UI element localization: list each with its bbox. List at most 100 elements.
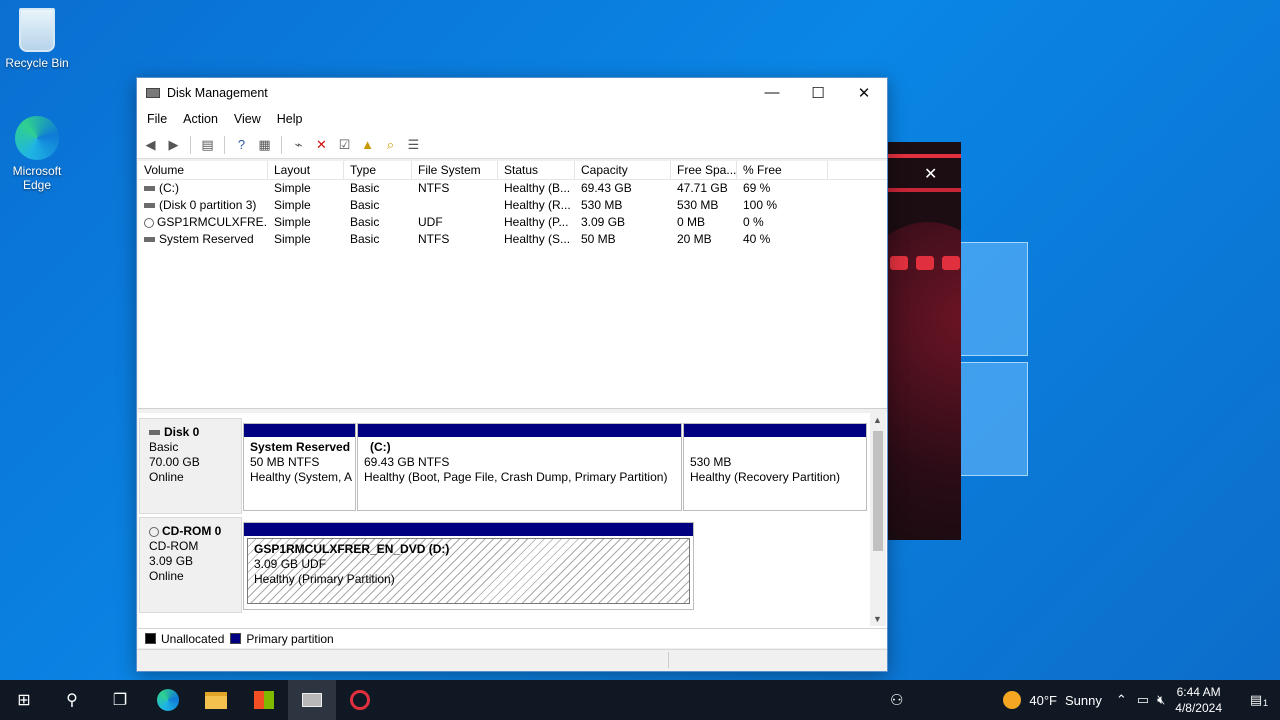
taskbar-disk-management[interactable] — [288, 680, 336, 720]
help-icon[interactable]: ? — [232, 135, 251, 154]
properties-pane-icon[interactable]: ▦ — [255, 135, 274, 154]
partition-dvd-d-drive[interactable]: GSP1RMCULXFRER_EN_DVD (D:) 3.09 GB UDF H… — [243, 522, 694, 610]
cell-file-system: UDF — [418, 215, 443, 229]
folder-up-icon[interactable]: ▲ — [358, 135, 377, 154]
check-disk-icon[interactable]: ☑ — [335, 135, 354, 154]
taskbar-file-explorer[interactable] — [192, 680, 240, 720]
menu-file[interactable]: File — [139, 112, 175, 126]
menu-help[interactable]: Help — [269, 112, 311, 126]
desktop-icon-recycle-bin[interactable]: Recycle Bin — [0, 8, 74, 70]
notification-center-button[interactable]: ▤ 1 — [1232, 692, 1280, 708]
cell-type: Basic — [350, 215, 380, 229]
minimize-button[interactable]: — — [749, 78, 795, 107]
column-header-type[interactable]: Type — [344, 161, 412, 179]
chevron-up-icon[interactable]: ⌃ — [1116, 692, 1127, 708]
cell-capacity: 530 MB — [581, 198, 623, 212]
delete-icon[interactable]: ✕ — [312, 135, 331, 154]
desktop-icon-edge[interactable]: Microsoft Edge — [0, 116, 74, 192]
disk-name: Disk 0 — [164, 425, 200, 439]
disk-name: CD-ROM 0 — [162, 524, 222, 538]
disk-management-icon — [146, 87, 160, 98]
menu-bar: File Action View Help — [137, 107, 887, 131]
background-browser-window[interactable]: ✕ — [888, 142, 961, 540]
primary-swatch — [230, 633, 242, 644]
show-hide-console-tree-icon[interactable]: ▤ — [198, 135, 217, 154]
task-view-icon: ❐ — [112, 692, 128, 709]
maximize-button[interactable]: ☐ — [795, 78, 841, 107]
start-button[interactable]: ⊞ — [0, 680, 48, 720]
back-arrow-icon[interactable]: ◀ — [141, 135, 160, 154]
taskbar-store[interactable] — [240, 680, 288, 720]
clock[interactable]: 6:44 AM 4/8/2024 — [1175, 684, 1222, 716]
column-header-status[interactable]: Status — [498, 161, 575, 179]
forward-arrow-icon[interactable]: ▶ — [164, 135, 183, 154]
title-bar[interactable]: Disk Management — ☐ ✕ — [137, 78, 887, 107]
volume-icon — [144, 186, 155, 192]
cell-percent-free: 0 % — [743, 215, 764, 229]
legend-unallocated: Unallocated — [161, 631, 225, 646]
close-icon[interactable]: ✕ — [924, 164, 937, 184]
menu-action[interactable]: Action — [175, 112, 226, 126]
column-header-volume[interactable]: Volume — [138, 161, 268, 179]
cdrom-0-label[interactable]: CD-ROM 0 CD-ROM 3.09 GB Online — [139, 517, 242, 613]
cell-layout: Simple — [274, 198, 311, 212]
partition-c-drive[interactable]: (C:) 69.43 GB NTFS Healthy (Boot, Page F… — [357, 423, 682, 511]
disk-map-scrollbar[interactable]: ▲ ▼ — [870, 413, 886, 626]
partition-name: (C:) — [370, 440, 391, 454]
connect-drive-icon[interactable]: ⌁ — [289, 135, 308, 154]
taskbar-edge[interactable] — [144, 680, 192, 720]
table-row[interactable]: System Reserved Simple Basic NTFS Health… — [138, 231, 887, 248]
scroll-down-icon[interactable]: ▼ — [873, 614, 882, 624]
close-button[interactable]: ✕ — [841, 78, 887, 107]
volume-list: Volume Layout Type File System Status Ca… — [138, 161, 887, 409]
volume-muted-icon[interactable]: 🔇︎ — [1157, 692, 1165, 708]
cell-volume: (C:) — [159, 181, 179, 195]
edge-icon — [15, 116, 59, 160]
partition-bar — [684, 424, 866, 437]
partition-status: Healthy (Boot, Page File, Crash Dump, Pr… — [364, 470, 668, 484]
search-folder-icon[interactable]: ⌕ — [381, 135, 400, 154]
partition-name: System Reserved — [250, 440, 351, 454]
partition-status: Healthy (Primary Partition) — [254, 572, 395, 586]
table-row[interactable]: (Disk 0 partition 3) Simple Basic Health… — [138, 197, 887, 214]
disk-size: 70.00 GB — [149, 455, 200, 469]
partition-recovery[interactable]: 530 MB Healthy (Recovery Partition) — [683, 423, 867, 511]
cell-status: Healthy (B... — [504, 181, 571, 195]
cd-drive-icon — [144, 217, 154, 228]
column-header-file-system[interactable]: File System — [412, 161, 498, 179]
store-icon — [254, 691, 274, 709]
list-view-icon[interactable]: ☰ — [404, 135, 423, 154]
task-view-button[interactable]: ❐ — [96, 680, 144, 720]
network-icon[interactable]: ▭ — [1137, 692, 1149, 708]
column-header-capacity[interactable]: Capacity — [575, 161, 671, 179]
cell-type: Basic — [350, 198, 380, 212]
cell-file-system — [412, 197, 498, 214]
table-row[interactable]: (C:) Simple Basic NTFS Healthy (B... 69.… — [138, 180, 887, 197]
disk-type: CD-ROM — [149, 539, 199, 553]
search-button[interactable]: ⚲ — [48, 680, 96, 720]
menu-view[interactable]: View — [226, 112, 269, 126]
table-row[interactable]: GSP1RMCULXFRE... Simple Basic UDF Health… — [138, 214, 887, 231]
unallocated-swatch — [145, 633, 156, 644]
disk-0-label[interactable]: Disk 0 Basic 70.00 GB Online — [139, 418, 242, 514]
taskbar-browser[interactable] — [336, 680, 384, 720]
column-header-layout[interactable]: Layout — [268, 161, 344, 179]
scroll-up-icon[interactable]: ▲ — [873, 415, 882, 425]
people-icon[interactable]: ⚇ — [890, 691, 903, 709]
disk-map: Disk 0 Basic 70.00 GB Online System Rese… — [138, 413, 887, 628]
disk-management-window: Disk Management — ☐ ✕ File Action View H… — [136, 77, 888, 672]
windows-icon: ⊞ — [17, 692, 31, 709]
volume-icon — [144, 203, 155, 209]
scrollbar-thumb[interactable] — [873, 431, 883, 551]
weather-temp[interactable]: 40°F — [1029, 693, 1057, 708]
cell-layout: Simple — [274, 215, 311, 229]
cell-percent-free: 100 % — [743, 198, 778, 212]
column-header-free-space[interactable]: Free Spa... — [671, 161, 737, 179]
partition-bar — [244, 523, 693, 536]
cell-status: Healthy (P... — [504, 215, 569, 229]
partition-system-reserved[interactable]: System Reserved 50 MB NTFS Healthy (Syst… — [243, 423, 356, 511]
column-header-percent-free[interactable]: % Free — [737, 161, 828, 179]
notification-count: 1 — [1262, 698, 1268, 708]
weather-sun-icon[interactable] — [1003, 691, 1022, 709]
weather-condition[interactable]: Sunny — [1065, 693, 1102, 708]
